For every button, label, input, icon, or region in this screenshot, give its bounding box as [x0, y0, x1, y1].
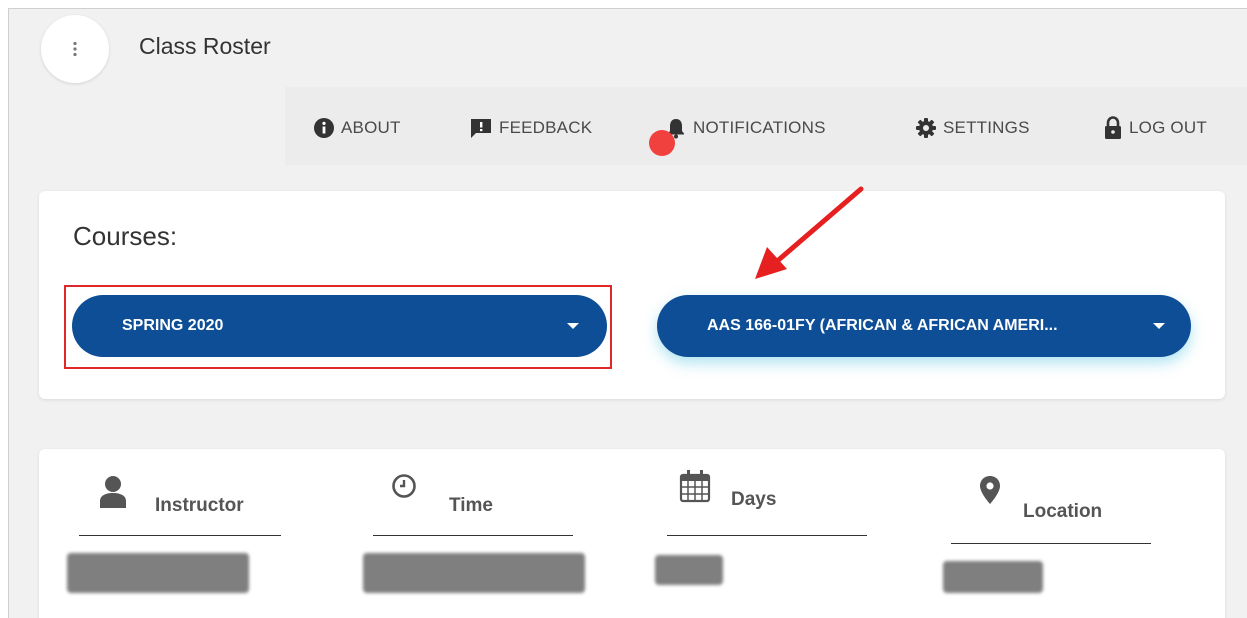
time-column: Time [373, 474, 573, 536]
more-vert-icon [73, 41, 77, 57]
nav-logout-label: LOG OUT [1129, 118, 1207, 137]
chevron-down-icon [567, 323, 579, 329]
courses-heading: Courses: [73, 221, 178, 251]
time-value-redacted [363, 553, 585, 593]
nav-settings-label: SETTINGS [943, 118, 1030, 137]
top-navigation: ABOUT FEEDBACK NOTIFICATIONS SETTINGS LO… [285, 87, 1247, 165]
location-column: Location [951, 476, 1151, 544]
days-value-redacted [655, 555, 723, 585]
nav-feedback[interactable]: FEEDBACK [469, 117, 592, 139]
courses-card: Courses: SPRING 2020 AAS 166-01FY (AFRIC… [39, 191, 1225, 399]
menu-button[interactable] [41, 15, 109, 83]
nav-about-label: ABOUT [341, 118, 401, 137]
feedback-icon [471, 119, 491, 138]
notification-dot [649, 130, 675, 156]
nav-feedback-label: FEEDBACK [499, 118, 593, 137]
days-column: Days [667, 470, 867, 536]
app-title: Class Roster [139, 33, 271, 59]
instructor-value-redacted [67, 553, 249, 593]
term-select[interactable]: SPRING 2020 [72, 295, 607, 357]
nav-notifications[interactable]: NOTIFICATIONS [665, 117, 826, 139]
gear-icon [916, 118, 936, 138]
term-select-value: SPRING 2020 [122, 317, 224, 334]
annotation-arrow [755, 186, 864, 279]
clock-icon [392, 474, 416, 498]
person-icon [100, 476, 126, 508]
location-pin-icon [980, 476, 1000, 504]
location-label: Location [1023, 501, 1103, 522]
course-select[interactable]: AAS 166-01FY (AFRICAN & AFRICAN AMERI... [657, 295, 1191, 357]
time-label: Time [449, 495, 494, 516]
calendar-icon [679, 470, 711, 503]
location-value-redacted [943, 561, 1043, 593]
nav-logout[interactable]: LOG OUT [1103, 116, 1207, 139]
nav-settings[interactable]: SETTINGS [915, 117, 1030, 139]
app-window: Class Roster ABOUT FEEDBACK NOTIFICATION… [8, 8, 1247, 618]
days-label: Days [731, 489, 777, 510]
lock-icon [1105, 116, 1121, 139]
instructor-column: Instructor [79, 476, 281, 536]
course-info-card: Instructor Time Days Location [39, 449, 1225, 618]
nav-notifications-label: NOTIFICATIONS [693, 118, 826, 137]
chevron-down-icon [1153, 323, 1165, 329]
info-icon [314, 118, 334, 138]
instructor-label: Instructor [155, 495, 244, 516]
course-select-value: AAS 166-01FY (AFRICAN & AFRICAN AMERI... [707, 317, 1058, 334]
nav-about[interactable]: ABOUT [313, 117, 401, 139]
